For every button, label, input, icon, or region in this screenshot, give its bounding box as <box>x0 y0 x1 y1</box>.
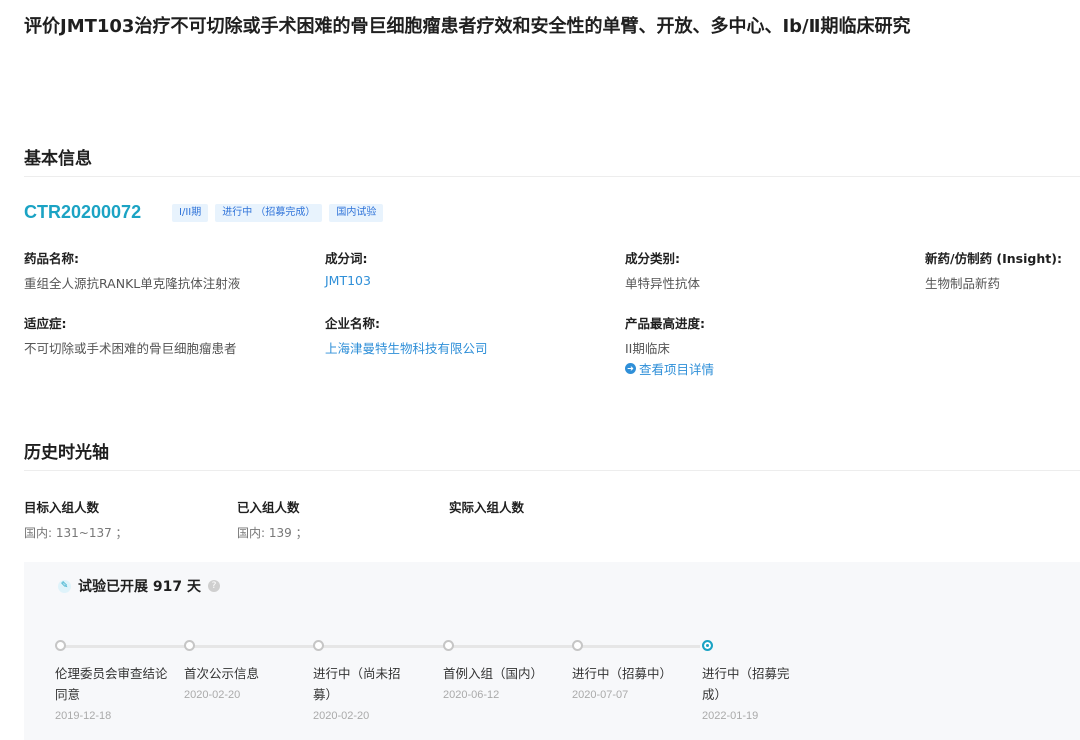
timeline-node <box>313 640 324 651</box>
section-divider <box>24 176 1080 177</box>
component-link[interactable]: JMT103 <box>325 273 371 288</box>
trial-id: CTR20200072 <box>24 202 142 222</box>
milestone-label: 首例入组（国内） <box>443 666 544 681</box>
view-project-details-link[interactable]: ➜ 查看项目详情 <box>625 359 714 378</box>
enrolled-value: 国内: 139 ； <box>237 526 308 540</box>
timeline-node <box>184 640 195 651</box>
indication-label: 适应症: <box>24 316 67 331</box>
timeline-node <box>443 640 454 651</box>
drug-name-label: 药品名称: <box>24 251 79 266</box>
milestone-label: 进行中（招募中） <box>572 666 673 681</box>
company-link[interactable]: 上海津曼特生物科技有限公司 <box>325 338 488 357</box>
history-heading: 历史时光轴 <box>24 443 109 463</box>
indication-value: 不可切除或手术困难的骨巨细胞瘤患者 <box>24 341 237 356</box>
drug-name-value: 重组全人源抗RANKL单克隆抗体注射液 <box>24 276 241 291</box>
section-divider <box>24 470 1080 471</box>
highest-stage-label: 产品最高进度: <box>625 316 705 331</box>
arrow-right-circle-icon: ➜ <box>625 363 636 374</box>
trial-duration: ✎ 试验已开展 917 天 ? <box>58 576 220 596</box>
milestone-label: 进行中（尚未招募） <box>313 666 401 702</box>
company-label: 企业名称: <box>325 316 380 331</box>
actual-enrollment-label: 实际入组人数 <box>449 500 525 515</box>
enrolled-label: 已入组人数 <box>237 500 300 515</box>
milestone-date: 2020-02-20 <box>313 710 370 722</box>
milestone-label: 首次公示信息 <box>184 666 260 681</box>
timeline-track <box>60 645 700 648</box>
component-type-label: 成分类别: <box>625 251 680 266</box>
component-type-value: 单特异性抗体 <box>625 276 701 291</box>
target-enrollment-value: 国内: 131~137 ； <box>24 526 128 540</box>
page-title: 评价JMT103治疗不可切除或手术困难的骨巨细胞瘤患者疗效和安全性的单臂、开放、… <box>24 16 911 37</box>
scope-tag: 国内试验 <box>329 204 384 222</box>
new-drug-value: 生物制品新药 <box>925 276 1001 291</box>
component-label: 成分词: <box>325 251 368 266</box>
milestone-date: 2022-01-19 <box>702 710 759 722</box>
trial-duration-text: 试验已开展 917 天 <box>78 579 201 595</box>
timeline-node <box>55 640 66 651</box>
new-drug-label: 新药/仿制药 (Insight): <box>925 251 1062 266</box>
timeline-node-current <box>702 640 713 651</box>
pen-icon: ✎ <box>58 579 71 593</box>
basic-info-heading: 基本信息 <box>24 149 92 169</box>
status-tags: I/II期 进行中 （招募完成） 国内试验 <box>172 204 384 222</box>
highest-stage-value: II期临床 <box>625 341 670 356</box>
milestone-date: 2020-06-12 <box>443 689 500 701</box>
milestone-date: 2020-02-20 <box>184 689 241 701</box>
milestone-label: 伦理委员会审查结论同意 <box>55 666 168 702</box>
timeline-node <box>572 640 583 651</box>
milestone-date: 2019-12-18 <box>55 710 112 722</box>
phase-tag: I/II期 <box>172 204 209 222</box>
status-tag: 进行中 （招募完成） <box>215 204 323 222</box>
timeline-panel: ✎ 试验已开展 917 天 ? 伦理委员会审查结论同意 2019-12-18 首… <box>24 562 1080 740</box>
help-icon[interactable]: ? <box>207 580 220 592</box>
view-project-details-label: 查看项目详情 <box>639 362 715 377</box>
milestone-date: 2020-07-07 <box>572 689 629 701</box>
milestone-label: 进行中（招募完成） <box>702 666 790 702</box>
target-enrollment-label: 目标入组人数 <box>24 500 100 515</box>
